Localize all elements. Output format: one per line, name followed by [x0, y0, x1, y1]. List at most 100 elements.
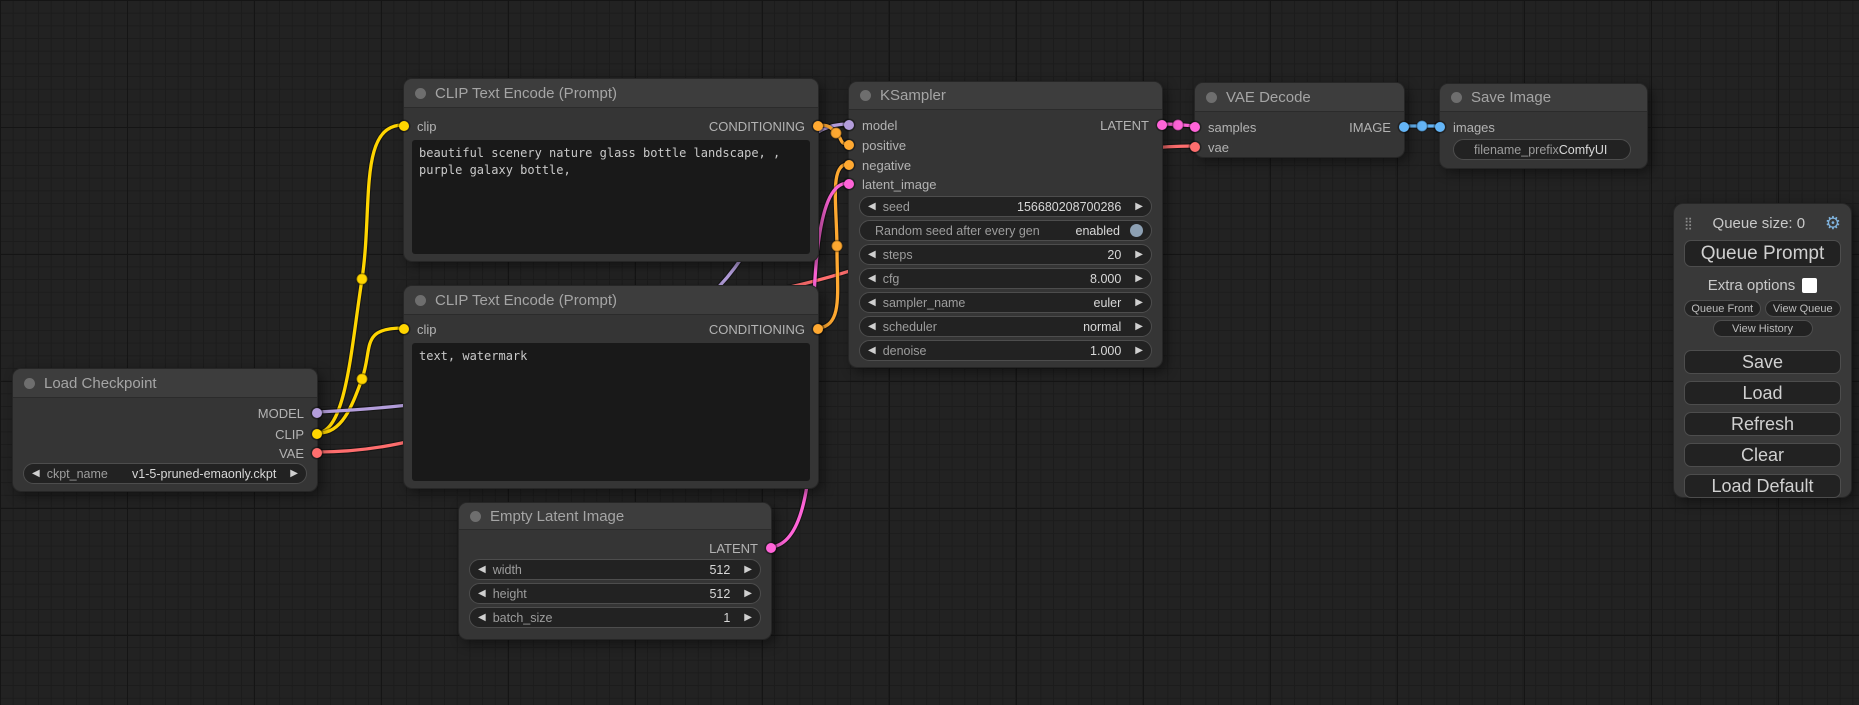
- node-collapse-dot[interactable]: [24, 378, 35, 389]
- widget-value: enabled: [1076, 224, 1121, 238]
- prompt-textarea[interactable]: beautiful scenery nature glass bottle la…: [412, 140, 810, 254]
- queue-small-buttons: Queue Front View Queue: [1684, 300, 1841, 317]
- node-vae-decode[interactable]: VAE Decode samples IMAGE vae: [1194, 82, 1405, 158]
- arrow-left-icon[interactable]: ◀: [478, 565, 486, 575]
- node-title-bar[interactable]: CLIP Text Encode (Prompt): [404, 286, 818, 315]
- latent-output-port[interactable]: [1157, 120, 1167, 130]
- arrow-left-icon[interactable]: ◀: [868, 202, 876, 212]
- arrow-left-icon[interactable]: ◀: [32, 469, 40, 479]
- output-row-vae: VAE: [13, 443, 317, 463]
- arrow-left-icon[interactable]: ◀: [868, 274, 876, 284]
- image-output-port[interactable]: [1399, 122, 1409, 132]
- slot-row-positive: positive: [849, 135, 1162, 155]
- load-button[interactable]: Load: [1684, 381, 1841, 405]
- arrow-right-icon[interactable]: ▶: [744, 589, 752, 599]
- widget-batch-size[interactable]: ◀ batch_size 1 ▶: [469, 607, 761, 628]
- widget-seed[interactable]: ◀ seed 156680208700286 ▶: [859, 196, 1152, 217]
- latent-output-port[interactable]: [766, 543, 776, 553]
- arrow-left-icon[interactable]: ◀: [868, 322, 876, 332]
- conditioning-output-port[interactable]: [813, 324, 823, 334]
- negative-input-port[interactable]: [844, 160, 854, 170]
- node-title-bar[interactable]: CLIP Text Encode (Prompt): [404, 79, 818, 108]
- arrow-left-icon[interactable]: ◀: [478, 589, 486, 599]
- arrow-right-icon[interactable]: ▶: [1135, 274, 1143, 284]
- node-clip-text-encode-negative[interactable]: CLIP Text Encode (Prompt) clip CONDITION…: [403, 285, 819, 489]
- arrow-left-icon[interactable]: ◀: [868, 298, 876, 308]
- widget-height[interactable]: ◀ height 512 ▶: [469, 583, 761, 604]
- widget-ckpt-name[interactable]: ◀ ckpt_name v1-5-pruned-emaonly.ckpt ▶: [23, 463, 307, 484]
- prompt-textarea[interactable]: text, watermark: [412, 343, 810, 481]
- drag-handle-icon[interactable]: ⣿: [1684, 216, 1693, 230]
- widget-label: height: [493, 587, 527, 601]
- node-empty-latent-image[interactable]: Empty Latent Image LATENT ◀ width 512 ▶ …: [458, 502, 772, 640]
- widget-steps[interactable]: ◀ steps 20 ▶: [859, 244, 1152, 265]
- node-title-bar[interactable]: Empty Latent Image: [459, 503, 771, 530]
- arrow-right-icon[interactable]: ▶: [1135, 202, 1143, 212]
- widget-width[interactable]: ◀ width 512 ▶: [469, 559, 761, 580]
- widget-random-seed-toggle[interactable]: Random seed after every gen enabled: [859, 220, 1152, 241]
- widget-cfg[interactable]: ◀ cfg 8.000 ▶: [859, 268, 1152, 289]
- node-load-checkpoint[interactable]: Load Checkpoint MODEL CLIP VAE ◀ ckpt_na…: [12, 368, 318, 492]
- widget-filename-prefix[interactable]: filename_prefix ComfyUI: [1453, 139, 1631, 160]
- queue-front-button[interactable]: Queue Front: [1684, 300, 1761, 317]
- arrow-right-icon[interactable]: ▶: [290, 469, 298, 479]
- clip-input-port[interactable]: [399, 121, 409, 131]
- slot-row: clip CONDITIONING: [404, 116, 818, 136]
- arrow-left-icon[interactable]: ◀: [868, 250, 876, 260]
- widget-label: denoise: [883, 344, 927, 358]
- vae-output-port[interactable]: [312, 448, 322, 458]
- arrow-right-icon[interactable]: ▶: [1135, 322, 1143, 332]
- conditioning-output-port[interactable]: [813, 121, 823, 131]
- slot-row-negative: negative: [849, 155, 1162, 175]
- node-collapse-dot[interactable]: [415, 295, 426, 306]
- load-default-button[interactable]: Load Default: [1684, 474, 1841, 498]
- node-collapse-dot[interactable]: [470, 511, 481, 522]
- queue-prompt-button[interactable]: Queue Prompt: [1684, 240, 1841, 267]
- node-title-bar[interactable]: Save Image: [1440, 84, 1647, 112]
- arrow-right-icon[interactable]: ▶: [1135, 346, 1143, 356]
- node-ksampler[interactable]: KSampler model LATENT positive negative …: [848, 81, 1163, 368]
- refresh-button[interactable]: Refresh: [1684, 412, 1841, 436]
- node-title-bar[interactable]: KSampler: [849, 82, 1162, 110]
- view-history-button[interactable]: View History: [1713, 320, 1813, 337]
- arrow-left-icon[interactable]: ◀: [868, 346, 876, 356]
- widget-label: batch_size: [493, 611, 553, 625]
- node-collapse-dot[interactable]: [860, 90, 871, 101]
- node-graph-canvas[interactable]: Load Checkpoint MODEL CLIP VAE ◀ ckpt_na…: [0, 0, 1859, 705]
- node-clip-text-encode-positive[interactable]: CLIP Text Encode (Prompt) clip CONDITION…: [403, 78, 819, 262]
- vae-input-port[interactable]: [1190, 142, 1200, 152]
- model-input-port[interactable]: [844, 120, 854, 130]
- clip-output-port[interactable]: [312, 429, 322, 439]
- widget-value: 1.000: [1090, 344, 1121, 358]
- arrow-right-icon[interactable]: ▶: [744, 613, 752, 623]
- widget-scheduler[interactable]: ◀ scheduler normal ▶: [859, 316, 1152, 337]
- widget-value: 156680208700286: [1017, 200, 1121, 214]
- widget-denoise[interactable]: ◀ denoise 1.000 ▶: [859, 340, 1152, 361]
- view-queue-button[interactable]: View Queue: [1765, 300, 1842, 317]
- gear-icon[interactable]: ⚙: [1825, 214, 1841, 232]
- clip-input-port[interactable]: [399, 324, 409, 334]
- widget-label: seed: [883, 200, 910, 214]
- arrow-right-icon[interactable]: ▶: [1135, 250, 1143, 260]
- arrow-right-icon[interactable]: ▶: [744, 565, 752, 575]
- arrow-right-icon[interactable]: ▶: [1135, 298, 1143, 308]
- node-title-bar[interactable]: Load Checkpoint: [13, 369, 317, 398]
- widget-label: Random seed after every gen: [875, 224, 1040, 238]
- positive-input-port[interactable]: [844, 140, 854, 150]
- node-title-bar[interactable]: VAE Decode: [1195, 83, 1404, 112]
- node-save-image[interactable]: Save Image images filename_prefix ComfyU…: [1439, 83, 1648, 169]
- samples-input-port[interactable]: [1190, 122, 1200, 132]
- widget-sampler-name[interactable]: ◀ sampler_name euler ▶: [859, 292, 1152, 313]
- latent-image-input-port[interactable]: [844, 179, 854, 189]
- images-input-port[interactable]: [1435, 122, 1445, 132]
- input-label: samples: [1208, 120, 1256, 135]
- save-button[interactable]: Save: [1684, 350, 1841, 374]
- node-collapse-dot[interactable]: [1451, 92, 1462, 103]
- arrow-left-icon[interactable]: ◀: [478, 613, 486, 623]
- node-collapse-dot[interactable]: [415, 88, 426, 99]
- extra-options-checkbox[interactable]: [1802, 278, 1817, 293]
- model-output-port[interactable]: [312, 408, 322, 418]
- clear-button[interactable]: Clear: [1684, 443, 1841, 467]
- node-collapse-dot[interactable]: [1206, 92, 1217, 103]
- toggle-enabled-dot[interactable]: [1130, 224, 1143, 237]
